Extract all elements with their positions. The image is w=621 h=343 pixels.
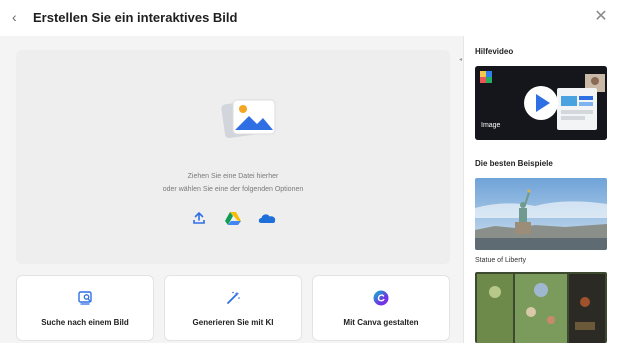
search-image-card[interactable]: Suche nach einem Bild [16,275,154,341]
magic-wand-icon [165,290,301,306]
dialog-title: Erstellen Sie ein interaktives Bild [33,10,238,25]
statue-of-liberty-image [475,178,607,250]
onedrive-icon[interactable] [257,210,277,226]
video-heading: Hilfevideo [475,47,514,56]
example-caption: Statue of Liberty [475,257,526,264]
close-icon[interactable]: ✕ [593,8,609,26]
card-label: Mit Canva gestalten [343,318,419,327]
canva-design-card[interactable]: Mit Canva gestalten [312,275,450,341]
source-options [16,210,450,226]
generate-ai-card[interactable]: Generieren Sie mit KI [164,275,302,341]
help-sidebar: Hilfevideo Image Die besten Beispiele St… [463,36,621,343]
creation-options: Suche nach einem Bild Generieren Sie mit… [16,275,450,341]
file-dropzone[interactable]: Ziehen Sie eine Datei hierher oder wähle… [16,50,450,264]
image-placeholder-icon [221,99,276,139]
main-area: Ziehen Sie eine Datei hierher oder wähle… [0,36,463,343]
back-chevron-icon[interactable]: ‹ [12,9,24,25]
example-statue-of-liberty[interactable] [475,178,607,250]
drop-options-hint: oder wählen Sie eine der folgenden Optio… [162,186,304,193]
google-drive-icon[interactable] [223,210,243,226]
drop-instruction: Ziehen Sie eine Datei hierher [187,173,279,180]
canva-icon [313,290,449,306]
card-label: Suche nach einem Bild [41,318,129,327]
dialog-header: ‹ Erstellen Sie ein interaktives Bild ✕ [0,0,621,36]
help-video-thumbnail[interactable]: Image [475,66,607,140]
examples-heading: Die besten Beispiele [475,159,553,168]
upload-icon[interactable] [189,210,209,226]
collapse-panel-icon[interactable]: ◂ [459,56,462,63]
example-painting[interactable] [475,272,607,343]
card-label: Generieren Sie mit KI [192,318,274,327]
image-search-icon [17,290,153,306]
video-caption: Image [481,122,501,129]
triptych-painting-image [475,272,607,343]
